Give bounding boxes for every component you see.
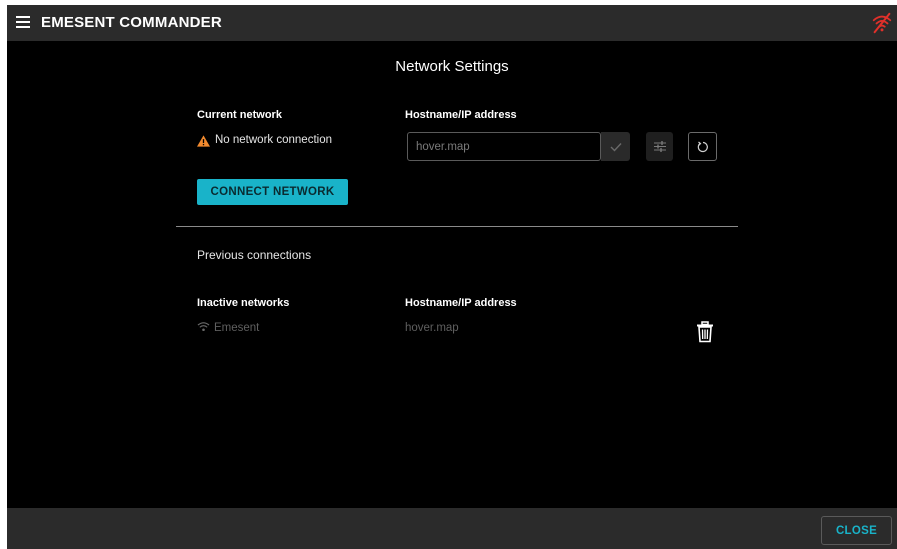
previous-hostname-label: Hostname/IP address [405,297,517,309]
inactive-networks-label: Inactive networks [197,297,290,309]
check-icon [610,142,622,152]
confirm-hostname-button[interactable] [601,132,630,161]
connect-network-button[interactable]: CONNECT NETWORK [197,179,348,205]
hamburger-menu-icon[interactable] [16,16,30,28]
top-bar: EMESENT COMMANDER [7,5,897,41]
reset-button[interactable] [688,132,717,161]
network-options-button[interactable] [646,132,673,161]
previous-connections-title: Previous connections [197,248,312,262]
footer-bar: CLOSE [7,508,897,549]
hostname-label: Hostname/IP address [405,109,517,121]
wifi-icon [197,322,210,332]
current-network-label: Current network [197,109,282,121]
network-name: Emesent [214,322,260,334]
tune-icon [653,141,666,152]
wifi-off-icon[interactable] [871,12,893,34]
section-divider [176,226,738,227]
delete-icon[interactable] [695,321,715,343]
app-window: EMESENT COMMANDER Network Settings Curre… [7,5,897,549]
reset-icon [697,141,708,152]
network-host: hover.map [405,322,459,334]
page-title: Network Settings [395,58,509,75]
app-title: EMESENT COMMANDER [41,14,222,31]
connection-status-text: No network connection [215,134,332,146]
close-button[interactable]: CLOSE [821,516,892,545]
warning-icon [197,135,210,147]
hostname-input[interactable] [407,132,601,161]
